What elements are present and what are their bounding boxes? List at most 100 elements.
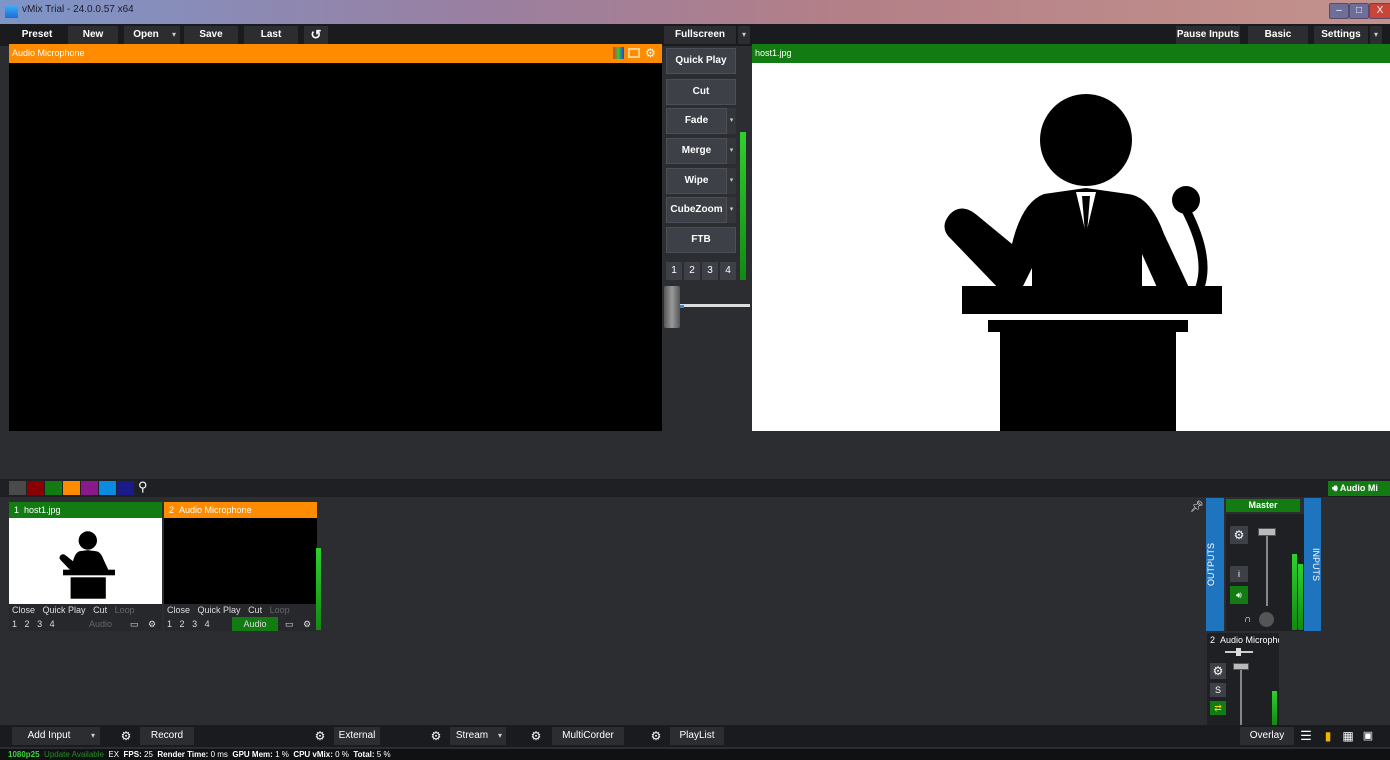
color-filter-blue[interactable] [99,481,116,495]
input-1-quickplay-button[interactable]: Quick Play [43,605,86,615]
external-gear-icon[interactable]: ⚙ [310,727,330,745]
headphones-icon[interactable]: ∩ [1244,614,1251,625]
ftb-button[interactable]: FTB [666,227,736,253]
status-update[interactable]: Update Available [44,750,104,759]
preset-button[interactable]: Preset [12,26,62,44]
pin-icon[interactable]: 📌︎ [1190,500,1204,513]
last-button[interactable]: Last [244,26,298,44]
input-2-cut-button[interactable]: Cut [248,605,262,615]
wipe-dropdown[interactable]: ▾ [727,168,736,194]
channel-2-gear-icon[interactable]: ⚙ [1210,663,1226,679]
settings-dropdown[interactable]: ▾ [1370,26,1382,44]
fullscreen-dropdown[interactable]: ▾ [738,26,750,44]
playlist-button[interactable]: PlayList [670,727,724,745]
input-1-close-button[interactable]: Close [12,605,35,615]
input-2-overlay-1[interactable]: 1 [167,619,172,629]
add-input-dropdown[interactable]: ▾ [86,727,100,745]
external-button[interactable]: External [334,727,380,745]
add-input-button[interactable]: Add Input [12,727,86,745]
channel-2-balance-handle[interactable] [1236,648,1241,656]
master-fader-handle[interactable] [1258,528,1276,536]
input-1-overlay-3[interactable]: 3 [37,619,42,629]
open-dropdown[interactable]: ▾ [168,26,180,44]
input-2-overlay-3[interactable]: 3 [192,619,197,629]
quick-play-button[interactable]: Quick Play [666,48,736,74]
input-2-thumbnail[interactable] [164,518,317,604]
input-1-gear-icon[interactable]: ⚙ [148,617,156,631]
input-card-2[interactable]: 2 Audio Microphone Close Quick Play Cut … [164,502,317,631]
color-filter-navy[interactable] [117,481,134,495]
input-2-quickplay-button[interactable]: Quick Play [198,605,241,615]
input-2-monitor-icon[interactable]: ▭ [285,617,294,631]
input-2-close-button[interactable]: Close [167,605,190,615]
stream-gear-icon[interactable]: ⚙ [426,727,446,745]
input-card-1[interactable]: 1 host1.jpg Close Quick Play Cut Loop 1 … [9,502,162,631]
fade-dropdown[interactable]: ▾ [727,108,736,134]
overlay-button[interactable]: Overlay [1240,727,1294,745]
transition-3-button[interactable]: 3 [702,262,718,280]
playlist-gear-icon[interactable]: ⚙ [646,727,666,745]
minimize-button[interactable]: – [1329,3,1349,19]
audio-mixer-toggle[interactable]: 🔊︎ Audio Mi [1328,481,1390,496]
close-window-button[interactable]: X [1369,3,1390,19]
preview-panel[interactable]: Audio Microphone ⚙ [9,44,662,431]
input-2-overlay-4[interactable]: 4 [205,619,210,629]
wipe-button[interactable]: Wipe [666,168,727,194]
record-button[interactable]: Record [140,727,194,745]
input-2-loop-button[interactable]: Loop [270,605,290,615]
audio-meters-icon[interactable]: ▮ [1320,727,1336,745]
transition-1-button[interactable]: 1 [666,262,682,280]
master-mute-icon[interactable]: 🔊︎ [1230,586,1248,604]
multicorder-gear-icon[interactable]: ⚙ [526,727,546,745]
color-correction-icon[interactable] [613,47,624,59]
merge-button[interactable]: Merge [666,138,727,164]
cut-button[interactable]: Cut [666,79,736,105]
master-gear-icon[interactable]: ⚙ [1230,526,1248,544]
cubezoom-dropdown[interactable]: ▾ [727,197,736,223]
channel-2-solo-button[interactable]: S [1210,683,1226,697]
maximize-button[interactable]: □ [1349,3,1369,19]
input-1-cut-button[interactable]: Cut [93,605,107,615]
list-view-icon[interactable]: ☰ [1298,727,1314,745]
tbar-handle[interactable] [664,286,680,328]
input-2-audio-button[interactable]: Audio [232,617,278,631]
basic-button[interactable]: Basic [1248,26,1308,44]
grid-view-icon[interactable]: ▦ [1340,727,1356,745]
master-info-button[interactable]: i [1230,566,1248,582]
screen-icon[interactable]: ▣ [1360,727,1376,745]
input-2-gear-icon[interactable]: ⚙ [303,617,311,631]
output-panel[interactable]: host1.jpg [752,44,1390,431]
input-1-overlay-2[interactable]: 2 [25,619,30,629]
multicorder-button[interactable]: MultiCorder [552,727,624,745]
stream-button[interactable]: Stream [450,727,494,745]
fade-button[interactable]: Fade [666,108,727,134]
channel-2-fader-handle[interactable] [1233,663,1249,670]
color-filter-purple[interactable] [81,481,98,495]
stream-dropdown[interactable]: ▾ [494,727,506,745]
color-filter-green[interactable] [45,481,62,495]
crop-icon[interactable] [628,48,640,58]
cubezoom-button[interactable]: CubeZoom [666,197,727,223]
merge-dropdown[interactable]: ▾ [727,138,736,164]
input-1-overlay-1[interactable]: 1 [12,619,17,629]
transition-2-button[interactable]: 2 [684,262,700,280]
settings-button[interactable]: Settings [1314,26,1368,44]
input-1-overlay-4[interactable]: 4 [50,619,55,629]
transition-4-button[interactable]: 4 [720,262,736,280]
master-balance-knob[interactable] [1259,612,1274,627]
color-filter-red[interactable] [27,481,44,495]
record-gear-icon[interactable]: ⚙ [116,727,136,745]
input-1-monitor-icon[interactable]: ▭ [130,617,139,631]
input-1-thumbnail[interactable] [9,518,162,604]
preview-gear-icon[interactable]: ⚙ [645,46,656,60]
outputs-tab[interactable]: OUTPUTS [1206,498,1224,631]
open-button[interactable]: Open [124,26,168,44]
new-button[interactable]: New [68,26,118,44]
color-filter-grey[interactable] [9,481,26,495]
pause-inputs-button[interactable]: Pause Inputs [1176,26,1240,44]
input-2-overlay-2[interactable]: 2 [180,619,185,629]
color-filter-orange[interactable] [63,481,80,495]
search-icon[interactable]: ⚲ [138,479,148,495]
channel-2-route-icon[interactable]: ⇄ [1210,701,1226,715]
input-1-audio-button[interactable]: Audio [89,617,112,631]
